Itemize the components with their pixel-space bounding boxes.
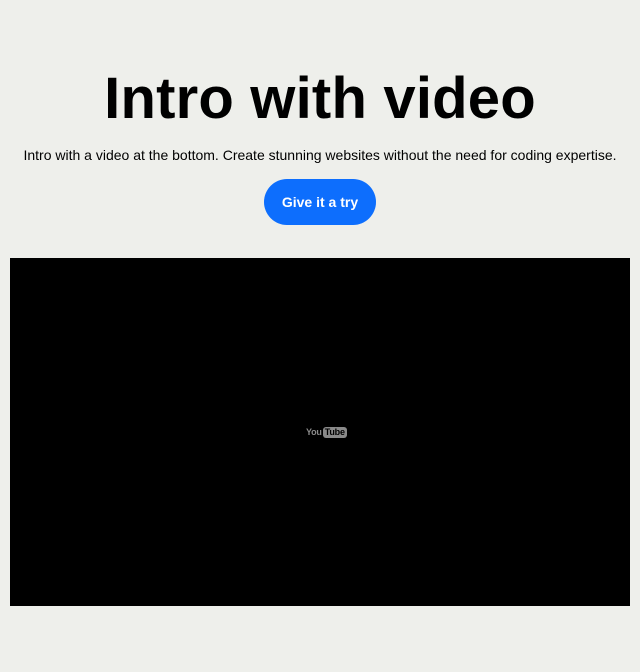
intro-hero: Intro with video Intro with a video at t…	[0, 0, 640, 672]
give-it-a-try-button[interactable]: Give it a try	[264, 179, 376, 225]
youtube-logo-icon[interactable]: You Tube	[306, 426, 347, 438]
youtube-logo-tube: Tube	[322, 426, 347, 438]
page-title: Intro with video	[104, 66, 536, 131]
page-subtitle: Intro with a video at the bottom. Create…	[23, 147, 617, 163]
video-player[interactable]: You Tube	[10, 258, 630, 606]
youtube-logo-you: You	[306, 427, 322, 437]
